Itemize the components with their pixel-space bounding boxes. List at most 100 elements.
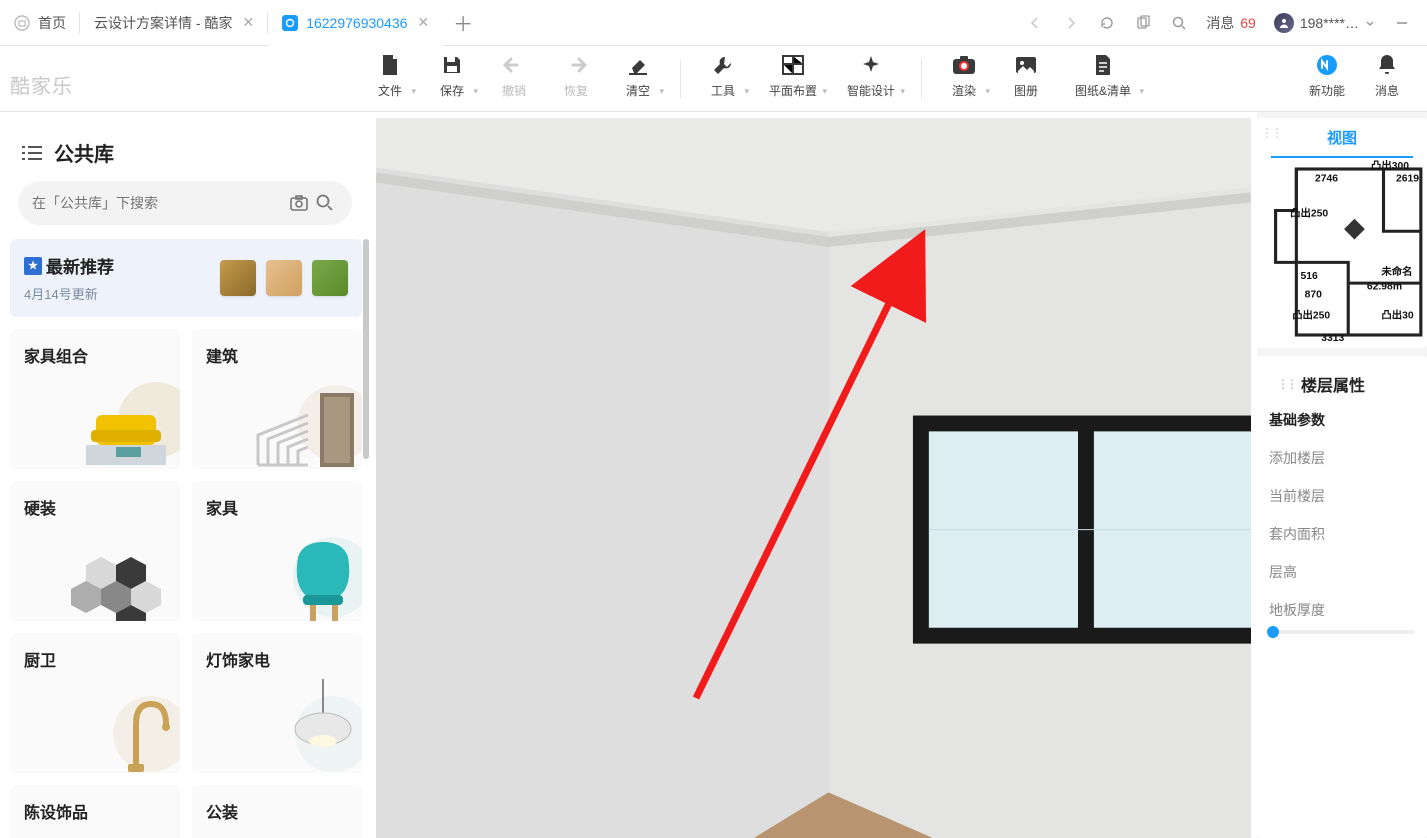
- minimap-panel: ⋮⋮ 视图 凸出300 2619 2746 凸出250 未命名 62.9: [1257, 118, 1427, 348]
- image-icon: [1013, 52, 1039, 78]
- new-tab-button[interactable]: ＋: [443, 8, 483, 37]
- category-grid: 家具组合 建筑 硬装 家具 厨卫: [10, 329, 362, 838]
- category-hard-finish[interactable]: 硬装: [10, 481, 180, 621]
- view-tab-label: 视图: [1327, 127, 1357, 148]
- svg-text:3313: 3313: [1321, 333, 1344, 344]
- category-label: 公装: [206, 799, 348, 823]
- current-floor-row[interactable]: 当前楼层: [1269, 486, 1415, 506]
- plan-button[interactable]: 平面布置▾: [755, 52, 831, 105]
- category-list[interactable]: ★最新推荐 4月14号更新 家具组合 建筑: [6, 239, 370, 838]
- undo-button[interactable]: 撤销: [484, 52, 544, 105]
- new-feature-label: 新功能: [1309, 82, 1345, 99]
- category-label: 家具: [206, 495, 348, 519]
- 3d-viewport[interactable]: [370, 112, 1257, 838]
- avatar-icon: [1274, 13, 1294, 33]
- architecture-icon: [248, 375, 362, 469]
- search-input[interactable]: [32, 195, 286, 211]
- tiles-icon: [66, 527, 180, 621]
- height-row[interactable]: 层高: [1269, 562, 1415, 582]
- featured-thumbs: [220, 260, 348, 296]
- redo-button[interactable]: 恢复: [546, 52, 606, 105]
- message-button[interactable]: 消息: [1357, 52, 1417, 105]
- library-search[interactable]: [18, 181, 352, 225]
- panel-grip-icon[interactable]: ⋮⋮: [1261, 126, 1281, 140]
- new-icon: [1314, 52, 1340, 78]
- nav-forward-icon[interactable]: [1062, 14, 1080, 32]
- bell-icon: [1374, 52, 1400, 78]
- svg-text:凸出300: 凸出300: [1371, 159, 1409, 172]
- render-button[interactable]: 渲染▾: [934, 52, 994, 105]
- tab-project[interactable]: 1622976930436 ✕: [268, 0, 443, 46]
- eraser-icon: [625, 52, 651, 78]
- sidebar-scrollbar[interactable]: [362, 239, 370, 838]
- svg-text:未命名: 未命名: [1380, 265, 1412, 278]
- floor-properties-panel: 楼层属性 基础参数 添加楼层 当前楼层 套内面积 层高 地板厚度: [1257, 356, 1427, 838]
- nav-back-icon[interactable]: [1026, 14, 1044, 32]
- app-icon: [282, 15, 298, 31]
- clear-button[interactable]: 清空▾: [608, 52, 668, 105]
- tab-design-detail-label: 云设计方案详情 - 酷家: [94, 13, 232, 33]
- smart-design-button[interactable]: 智能设计▾: [833, 52, 909, 105]
- message-label: 消息: [1375, 82, 1399, 99]
- row-label: 添加楼层: [1269, 450, 1325, 466]
- list-icon[interactable]: [22, 145, 42, 161]
- category-commercial[interactable]: 公装: [192, 785, 362, 838]
- floor-thickness-row[interactable]: 地板厚度: [1269, 600, 1415, 620]
- minimize-icon[interactable]: [1393, 14, 1411, 32]
- new-feature-button[interactable]: 新功能: [1297, 52, 1357, 105]
- home-tab[interactable]: 首页: [0, 0, 80, 46]
- tab-project-label: 1622976930436: [306, 15, 407, 31]
- user-menu[interactable]: 198****…: [1274, 13, 1375, 33]
- floorplan-icon: [780, 52, 806, 78]
- view-tab[interactable]: 视图: [1271, 118, 1413, 158]
- camera-icon: [951, 52, 977, 78]
- minimap-floorplan[interactable]: 凸出300 2619 2746 凸出250 未命名 62.98m 870 凸出2…: [1259, 158, 1425, 346]
- inner-area-row: 套内面积: [1269, 524, 1415, 544]
- lamp-icon: [248, 679, 362, 773]
- save-button[interactable]: 保存▾: [422, 52, 482, 105]
- redo-label: 恢复: [564, 82, 588, 99]
- plan-label: 平面布置: [769, 82, 817, 99]
- svg-text:2619: 2619: [1396, 173, 1419, 184]
- magic-icon: [858, 52, 884, 78]
- messages-label: 消息: [1206, 15, 1234, 31]
- camera-search-icon[interactable]: [286, 194, 312, 212]
- main-area: 公共库 ★最新推荐 4月14号更新: [0, 112, 1427, 838]
- category-decoration[interactable]: 陈设饰品: [10, 785, 180, 838]
- add-floor-row[interactable]: 添加楼层: [1269, 448, 1415, 468]
- category-lighting[interactable]: 灯饰家电: [192, 633, 362, 773]
- svg-text:凸出250: 凸出250: [1290, 207, 1328, 220]
- category-label: 陈设饰品: [24, 799, 166, 823]
- tab-close-icon[interactable]: ✕: [417, 14, 429, 31]
- library-title: 公共库: [54, 138, 114, 167]
- messages-indicator[interactable]: 消息 69: [1206, 13, 1255, 33]
- search-icon[interactable]: [312, 193, 338, 213]
- file-button[interactable]: 文件▾: [360, 52, 420, 105]
- drawings-button[interactable]: 图纸&清单▾: [1058, 52, 1148, 105]
- main-toolbar: 酷家乐 文件▾ 保存▾ 撤销 恢复 清空▾ 工具▾ 平面布置▾: [0, 46, 1427, 112]
- category-furniture[interactable]: 家具: [192, 481, 362, 621]
- tools-button[interactable]: 工具▾: [693, 52, 753, 105]
- copy-icon[interactable]: [1134, 14, 1152, 32]
- featured-card[interactable]: ★最新推荐 4月14号更新: [10, 239, 362, 317]
- user-name: 198****…: [1300, 15, 1359, 31]
- category-kitchen-bath[interactable]: 厨卫: [10, 633, 180, 773]
- search-icon[interactable]: [1170, 14, 1188, 32]
- svg-text:516: 516: [1301, 271, 1319, 282]
- category-furniture-set[interactable]: 家具组合: [10, 329, 180, 469]
- tab-close-icon[interactable]: ✕: [242, 14, 254, 31]
- slider-handle[interactable]: [1267, 626, 1279, 638]
- clear-label: 清空: [626, 82, 650, 99]
- category-architecture[interactable]: 建筑: [192, 329, 362, 469]
- category-label: 家具组合: [24, 343, 166, 367]
- file-icon: [377, 52, 403, 78]
- album-button[interactable]: 图册: [996, 52, 1056, 105]
- tools-label: 工具: [711, 82, 735, 99]
- refresh-icon[interactable]: [1098, 14, 1116, 32]
- category-label: 建筑: [206, 343, 348, 367]
- thickness-slider[interactable]: [1269, 630, 1415, 634]
- annotation-arrow: [686, 228, 946, 708]
- featured-title: 最新推荐: [46, 253, 114, 278]
- smart-label: 智能设计: [847, 82, 895, 99]
- tab-design-detail[interactable]: 云设计方案详情 - 酷家 ✕: [80, 0, 268, 46]
